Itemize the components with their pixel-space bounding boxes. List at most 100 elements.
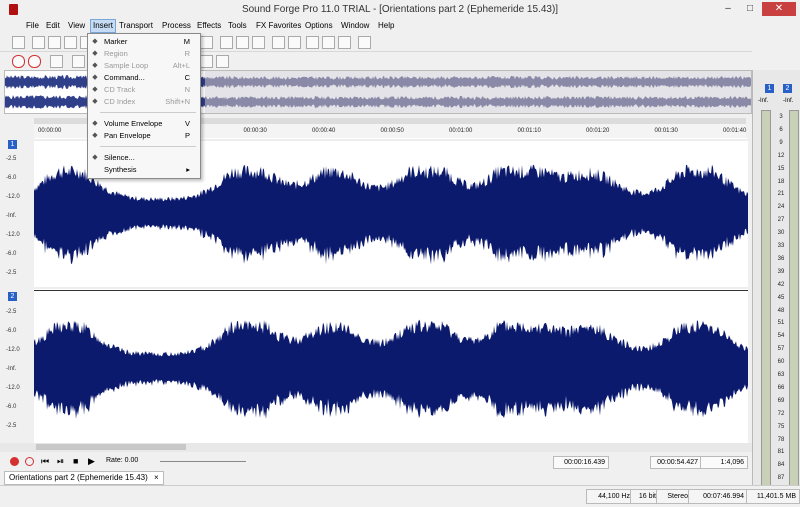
menu-view[interactable]: View (66, 20, 87, 32)
sample-rate: 44,100 Hz (586, 489, 634, 504)
document-tabs: Orientations part 2 (Ephemeride 15.43) × (0, 470, 752, 485)
document-tab[interactable]: Orientations part 2 (Ephemeride 15.43) × (4, 471, 164, 485)
db-label: -12.0 (6, 385, 20, 391)
new-icon[interactable] (12, 36, 25, 49)
channel-2-waveform[interactable] (34, 291, 748, 443)
record-icon[interactable] (12, 55, 25, 68)
insert-menu-region[interactable]: ◆ Region R (88, 48, 198, 60)
record-arm-icon[interactable] (28, 55, 41, 68)
menu-file[interactable]: File (24, 20, 41, 32)
menu-help[interactable]: Help (376, 20, 396, 32)
rate-label: Rate: 0.00 (106, 457, 139, 464)
pencil-tool-icon[interactable] (306, 36, 319, 49)
maximize-button[interactable]: □ (740, 2, 760, 16)
play-icon[interactable]: ▶ (88, 456, 95, 467)
db-label: -6.0 (6, 404, 17, 410)
save-as-icon[interactable] (64, 36, 77, 49)
insert-menu-cd-index[interactable]: ◆ CD Index Shift+N (88, 96, 198, 108)
menu-item-shortcut: R (184, 49, 190, 58)
trim-icon[interactable] (200, 36, 213, 49)
close-tab-icon[interactable]: × (154, 473, 159, 482)
insert-menu-pan-envelope[interactable]: ◆ Pan Envelope P (88, 130, 198, 142)
insert-menu-silence[interactable]: ◆ Silence... (88, 152, 198, 164)
ruler-label: 00:00:30 (243, 128, 267, 134)
insert-menu-command[interactable]: ◆ Command... C (88, 72, 198, 84)
marker-icon: ◆ (92, 38, 98, 45)
repeat-icon[interactable] (252, 36, 265, 49)
menu-item-shortcut: Alt+L (172, 61, 190, 70)
menu-item-shortcut: Shift+N (165, 97, 190, 106)
db-label: -12.0 (6, 347, 20, 353)
menu-item-shortcut: N (184, 85, 190, 94)
menu-item-label: Silence... (104, 153, 135, 162)
meter-scale-label: 15 (777, 165, 785, 172)
selection-length: 00:00:54.427 (650, 456, 702, 469)
insert-menu-volume-envelope[interactable]: ◆ Volume Envelope V (88, 118, 198, 130)
magnify-tool-icon[interactable] (288, 36, 301, 49)
menu-options[interactable]: Options (303, 20, 335, 32)
menu-effects[interactable]: Effects (195, 20, 223, 32)
meter-scale-label: 66 (777, 384, 785, 391)
scroll-thumb[interactable] (36, 444, 186, 450)
insert-menu-cd-track[interactable]: ◆ CD Track N (88, 84, 198, 96)
file-length: 00:07:46.994 (688, 489, 748, 504)
menu-item-label: Command... (104, 73, 145, 82)
go-start-icon[interactable]: ⏮ (41, 456, 49, 467)
status-bar: 44,100 Hz 16 bit Stereo 00:07:46.994 11,… (0, 485, 800, 507)
event-tool-icon[interactable] (338, 36, 351, 49)
db-label: -2.5 (6, 309, 17, 315)
meter-scale-label: 45 (777, 294, 785, 301)
menu-item-shortcut: P (184, 131, 190, 140)
insert-menu-marker[interactable]: ◆ Marker M (88, 36, 198, 48)
db-label: -2.5 (6, 156, 17, 162)
meter-scale-label: 21 (777, 191, 785, 198)
zoom-ratio: 1:4,096 (700, 456, 748, 469)
menu-transport[interactable]: Transport (117, 20, 155, 32)
menu-bar: File Edit View Insert Transport Process Effect… (0, 19, 800, 33)
undo-icon[interactable] (220, 36, 233, 49)
go-start-icon[interactable] (200, 55, 213, 68)
save-icon[interactable] (48, 36, 61, 49)
menu-fx-favorites[interactable]: FX Favorites (254, 20, 303, 32)
loop-icon: ◆ (92, 62, 98, 69)
meter-left-badge: 1 (765, 84, 774, 93)
meter-scale-label: 75 (777, 423, 785, 430)
go-end-icon[interactable] (216, 55, 229, 68)
play-all-icon[interactable]: ⏯ (57, 456, 64, 467)
meter-scale-label: 6 (779, 126, 783, 133)
ruler-label: 00:01:20 (586, 128, 610, 134)
ruler-label: 00:00:50 (380, 128, 404, 134)
redo-icon[interactable] (236, 36, 249, 49)
open-icon[interactable] (32, 36, 45, 49)
menu-item-label: Volume Envelope (104, 119, 163, 128)
command-icon: ◆ (92, 74, 98, 81)
stop-icon[interactable]: ■ (73, 456, 78, 466)
menu-tools[interactable]: Tools (226, 20, 249, 32)
insert-menu-sample-loop[interactable]: ◆ Sample Loop Alt+L (88, 60, 198, 72)
channel-2-badge[interactable]: 2 (8, 292, 17, 301)
edit-tool-icon[interactable] (272, 36, 285, 49)
menu-item-shortcut: ▸ (186, 165, 190, 174)
menu-window[interactable]: Window (339, 20, 371, 32)
minimize-button[interactable]: – (718, 2, 738, 16)
insert-menu-dropdown: ◆ Marker M ◆ Region R ◆ Sample Loop Alt+L ◆ Comman… (87, 33, 201, 179)
ruler-label: 00:01:40 (723, 128, 747, 134)
menu-edit[interactable]: Edit (44, 20, 62, 32)
channel-1-badge[interactable]: 1 (8, 140, 17, 149)
db-label: -2.5 (6, 423, 17, 429)
record-arm-icon[interactable] (25, 457, 34, 466)
menu-insert[interactable]: Insert (90, 19, 117, 33)
ruler-label: 00:00:00 (38, 128, 62, 134)
insert-menu-synthesis[interactable]: Synthesis ▸ (88, 164, 198, 176)
envelope-tool-icon[interactable] (322, 36, 335, 49)
horizontal-scrollbar[interactable] (0, 443, 752, 452)
play-all-icon[interactable] (72, 55, 85, 68)
record-icon[interactable] (10, 457, 19, 466)
meter-scale-label: 48 (777, 307, 785, 314)
loop-tool-icon[interactable] (358, 36, 371, 49)
loop-icon[interactable] (50, 55, 63, 68)
menu-process[interactable]: Process (160, 20, 193, 32)
volume-envelope-icon: ◆ (92, 120, 98, 127)
close-button[interactable]: ✕ (762, 2, 796, 16)
rate-slider[interactable] (160, 461, 246, 462)
